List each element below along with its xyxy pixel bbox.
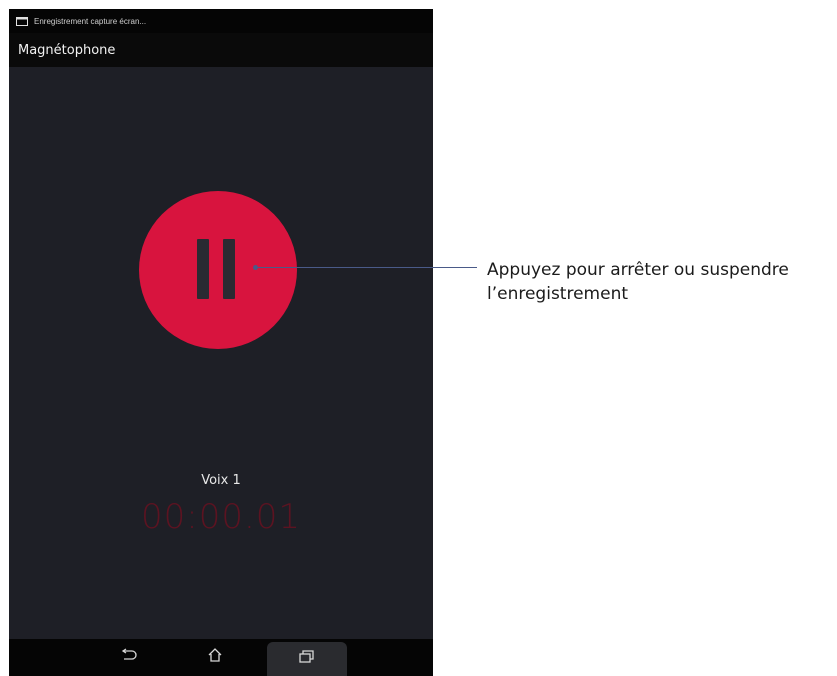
home-icon bbox=[207, 647, 223, 668]
callout-line-1: Appuyez pour arrêter ou suspendre bbox=[487, 260, 789, 280]
app-bar: Magnétophone bbox=[9, 33, 433, 67]
nav-home-button[interactable] bbox=[187, 639, 243, 676]
back-icon bbox=[120, 648, 138, 667]
callout-line-2: l’enregistrement bbox=[487, 284, 629, 304]
recording-name: Voix 1 bbox=[201, 473, 241, 488]
recent-apps-icon bbox=[299, 649, 315, 669]
screen-capture-icon bbox=[16, 16, 28, 26]
callout-text: Appuyez pour arrêter ou suspendre l’enre… bbox=[487, 258, 837, 306]
phone-screen: Enregistrement capture écran... Magnétop… bbox=[9, 9, 433, 676]
page: Enregistrement capture écran... Magnétop… bbox=[0, 0, 837, 676]
pause-record-button[interactable] bbox=[139, 191, 297, 349]
recording-timer: 00:00.01 bbox=[140, 497, 302, 537]
nav-recent-apps-button[interactable] bbox=[267, 642, 347, 676]
pause-icon bbox=[194, 239, 238, 299]
pause-bar-right bbox=[223, 239, 235, 299]
status-bar: Enregistrement capture écran... bbox=[9, 9, 433, 33]
status-notification-text: Enregistrement capture écran... bbox=[34, 16, 147, 26]
pause-bar-left bbox=[197, 239, 209, 299]
navigation-bar bbox=[9, 639, 433, 676]
nav-back-button[interactable] bbox=[101, 639, 157, 676]
callout-line bbox=[255, 267, 477, 268]
app-title: Magnétophone bbox=[18, 42, 116, 58]
